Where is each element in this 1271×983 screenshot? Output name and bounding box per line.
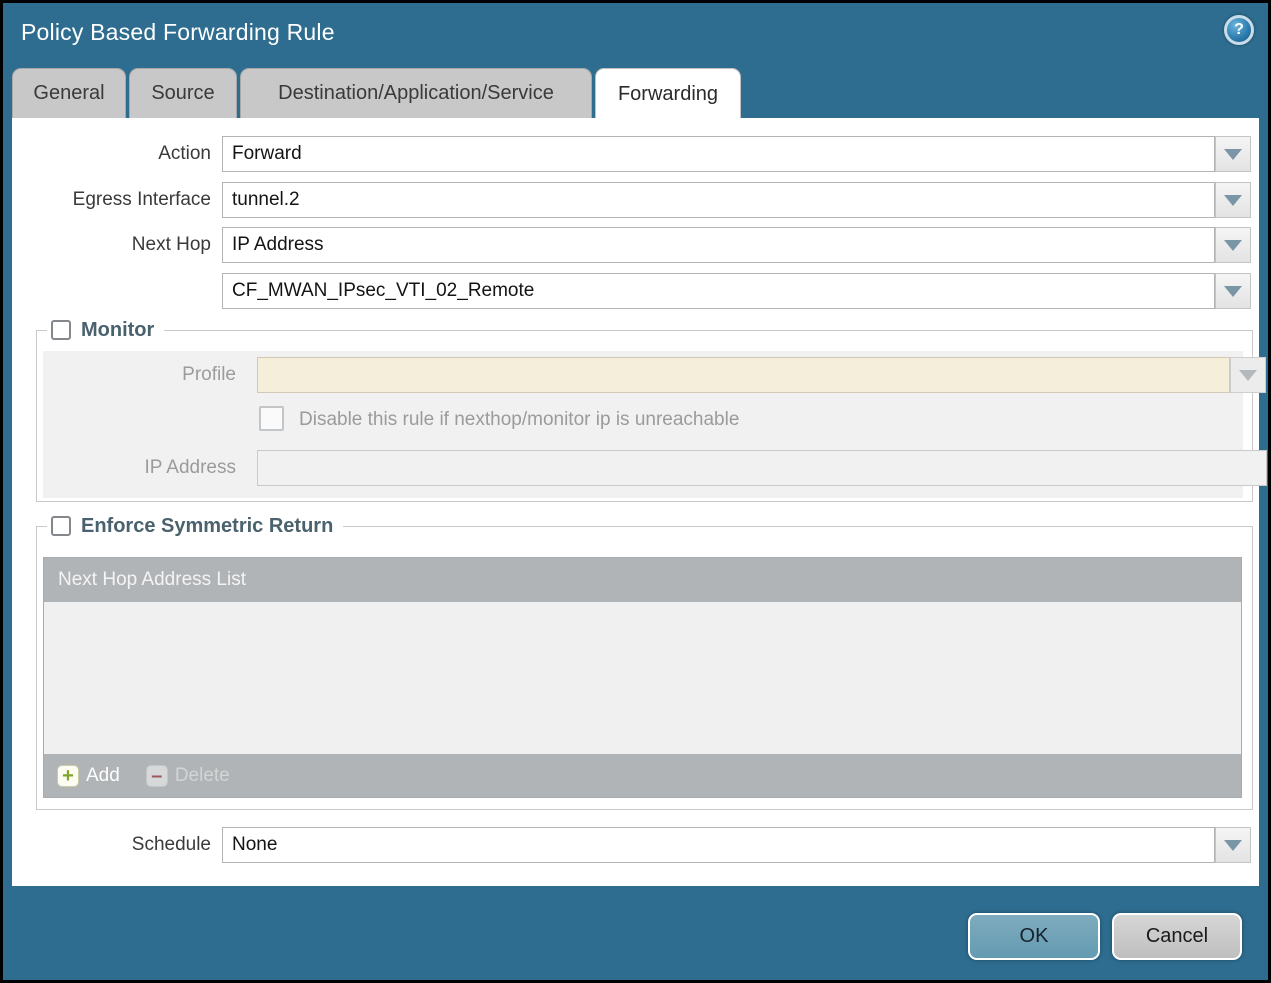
action-field[interactable] (222, 136, 1215, 172)
monitor-ip-address-field (257, 450, 1267, 486)
delete-button-label: Delete (175, 765, 230, 787)
chevron-down-icon (1224, 240, 1242, 251)
next-hop-address-list-header: Next Hop Address List (44, 558, 1241, 602)
egress-interface-label: Egress Interface (12, 182, 211, 218)
disable-rule-checkbox (259, 406, 284, 431)
delete-button: – Delete (146, 765, 230, 787)
disable-rule-label: Disable this rule if nexthop/monitor ip … (299, 406, 739, 433)
tab-source[interactable]: Source (129, 68, 237, 118)
cancel-button[interactable]: Cancel (1112, 913, 1242, 960)
egress-interface-field[interactable] (222, 182, 1215, 218)
add-button[interactable]: + Add (57, 765, 120, 787)
dialog-title: Policy Based Forwarding Rule (21, 19, 335, 46)
egress-interface-dropdown-button[interactable] (1215, 182, 1251, 218)
next-hop-address-dropdown-button[interactable] (1215, 273, 1251, 309)
monitor-checkbox[interactable] (51, 320, 71, 340)
schedule-dropdown-button[interactable] (1215, 827, 1251, 863)
forwarding-tab-panel: Action Egress Interface Next Hop Monitor (12, 118, 1259, 886)
monitor-inner-panel: Profile Disable this rule if nexthop/mon… (43, 351, 1243, 498)
tab-destination-application-service[interactable]: Destination/Application/Service (240, 68, 592, 118)
monitor-ip-address-label: IP Address (43, 450, 236, 486)
next-hop-type-field[interactable] (222, 227, 1215, 263)
action-label: Action (12, 136, 211, 172)
next-hop-type-dropdown-button[interactable] (1215, 227, 1251, 263)
tab-forwarding[interactable]: Forwarding (595, 68, 741, 119)
ok-button[interactable]: OK (968, 913, 1100, 960)
next-hop-address-field[interactable] (222, 273, 1215, 309)
monitor-legend: Monitor (47, 316, 164, 344)
chevron-down-icon (1224, 840, 1242, 851)
schedule-field[interactable] (222, 827, 1215, 863)
tab-bar: General Source Destination/Application/S… (12, 68, 741, 118)
policy-based-forwarding-dialog: Policy Based Forwarding Rule ? General S… (3, 3, 1268, 980)
tab-general[interactable]: General (12, 68, 126, 118)
enforce-symmetric-return-legend: Enforce Symmetric Return (47, 512, 343, 540)
monitor-title: Monitor (81, 319, 154, 342)
action-dropdown-button[interactable] (1215, 136, 1251, 172)
minus-icon: – (146, 765, 168, 787)
add-button-label: Add (86, 765, 120, 787)
enforce-symmetric-return-title: Enforce Symmetric Return (81, 515, 333, 538)
chevron-down-icon (1239, 370, 1257, 381)
next-hop-label: Next Hop (12, 227, 211, 263)
help-icon[interactable]: ? (1224, 15, 1254, 45)
profile-dropdown-button (1230, 357, 1266, 393)
chevron-down-icon (1224, 195, 1242, 206)
next-hop-address-list-body[interactable] (44, 602, 1241, 754)
enforce-symmetric-return-group: Enforce Symmetric Return Next Hop Addres… (36, 526, 1253, 810)
monitor-group: Monitor Profile Disable this rule if nex… (36, 330, 1253, 502)
profile-field (257, 357, 1230, 393)
chevron-down-icon (1224, 149, 1242, 160)
next-hop-address-table: Next Hop Address List + Add – Delete (43, 557, 1242, 798)
profile-label: Profile (43, 357, 236, 393)
next-hop-address-list-toolbar: + Add – Delete (44, 754, 1241, 797)
enforce-symmetric-return-checkbox[interactable] (51, 516, 71, 536)
plus-icon: + (57, 765, 79, 787)
schedule-label: Schedule (12, 827, 211, 863)
chevron-down-icon (1224, 286, 1242, 297)
